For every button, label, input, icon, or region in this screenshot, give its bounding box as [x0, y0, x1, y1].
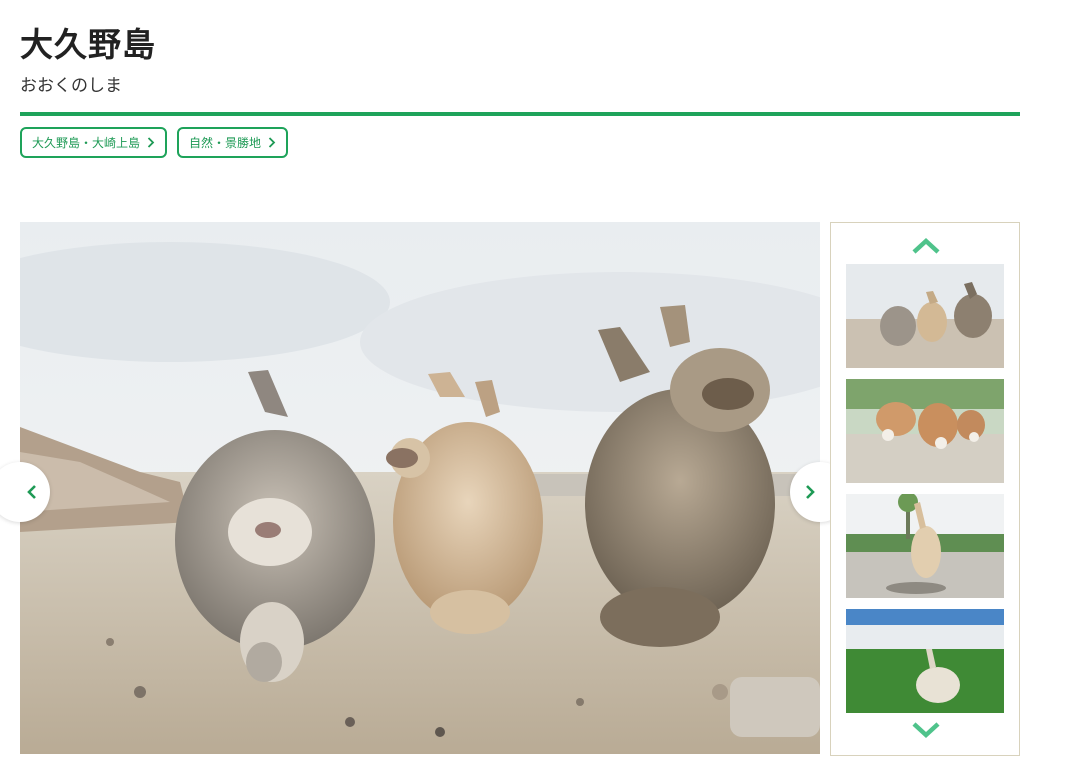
three-rabbits-photo [846, 264, 1004, 368]
thumbnail-item[interactable] [846, 264, 1004, 368]
chevron-up-icon[interactable] [911, 237, 941, 255]
rabbit-standing-palm-trees-photo [846, 494, 1004, 598]
title-divider [20, 112, 1020, 116]
main-gallery-image [20, 222, 820, 754]
chevron-left-icon [27, 485, 36, 499]
chevron-right-icon [147, 137, 155, 148]
category-tags: 大久野島・大崎上島 自然・景勝地 [20, 127, 289, 158]
thumbnail-item[interactable] [846, 494, 1004, 598]
tag-area-label: 大久野島・大崎上島 [32, 136, 141, 150]
rabbits-from-behind-photo [846, 379, 1004, 483]
page-title-reading: おおくのしま [20, 76, 122, 96]
chevron-down-icon[interactable] [911, 721, 941, 739]
thumbnail-item[interactable] [846, 379, 1004, 483]
thumbnail-item[interactable] [846, 609, 1004, 713]
rabbits-closeup-photo [20, 222, 820, 754]
tag-genre-label: 自然・景勝地 [189, 136, 262, 150]
page-title: 大久野島 [20, 25, 156, 64]
rabbit-on-lawn-hotel-photo [846, 609, 1004, 713]
chevron-right-icon [268, 137, 276, 148]
tag-area-link[interactable]: 大久野島・大崎上島 [20, 127, 168, 158]
thumbnail-strip [830, 222, 1020, 756]
chevron-right-icon [806, 485, 815, 499]
tag-genre-link[interactable]: 自然・景勝地 [177, 127, 289, 158]
